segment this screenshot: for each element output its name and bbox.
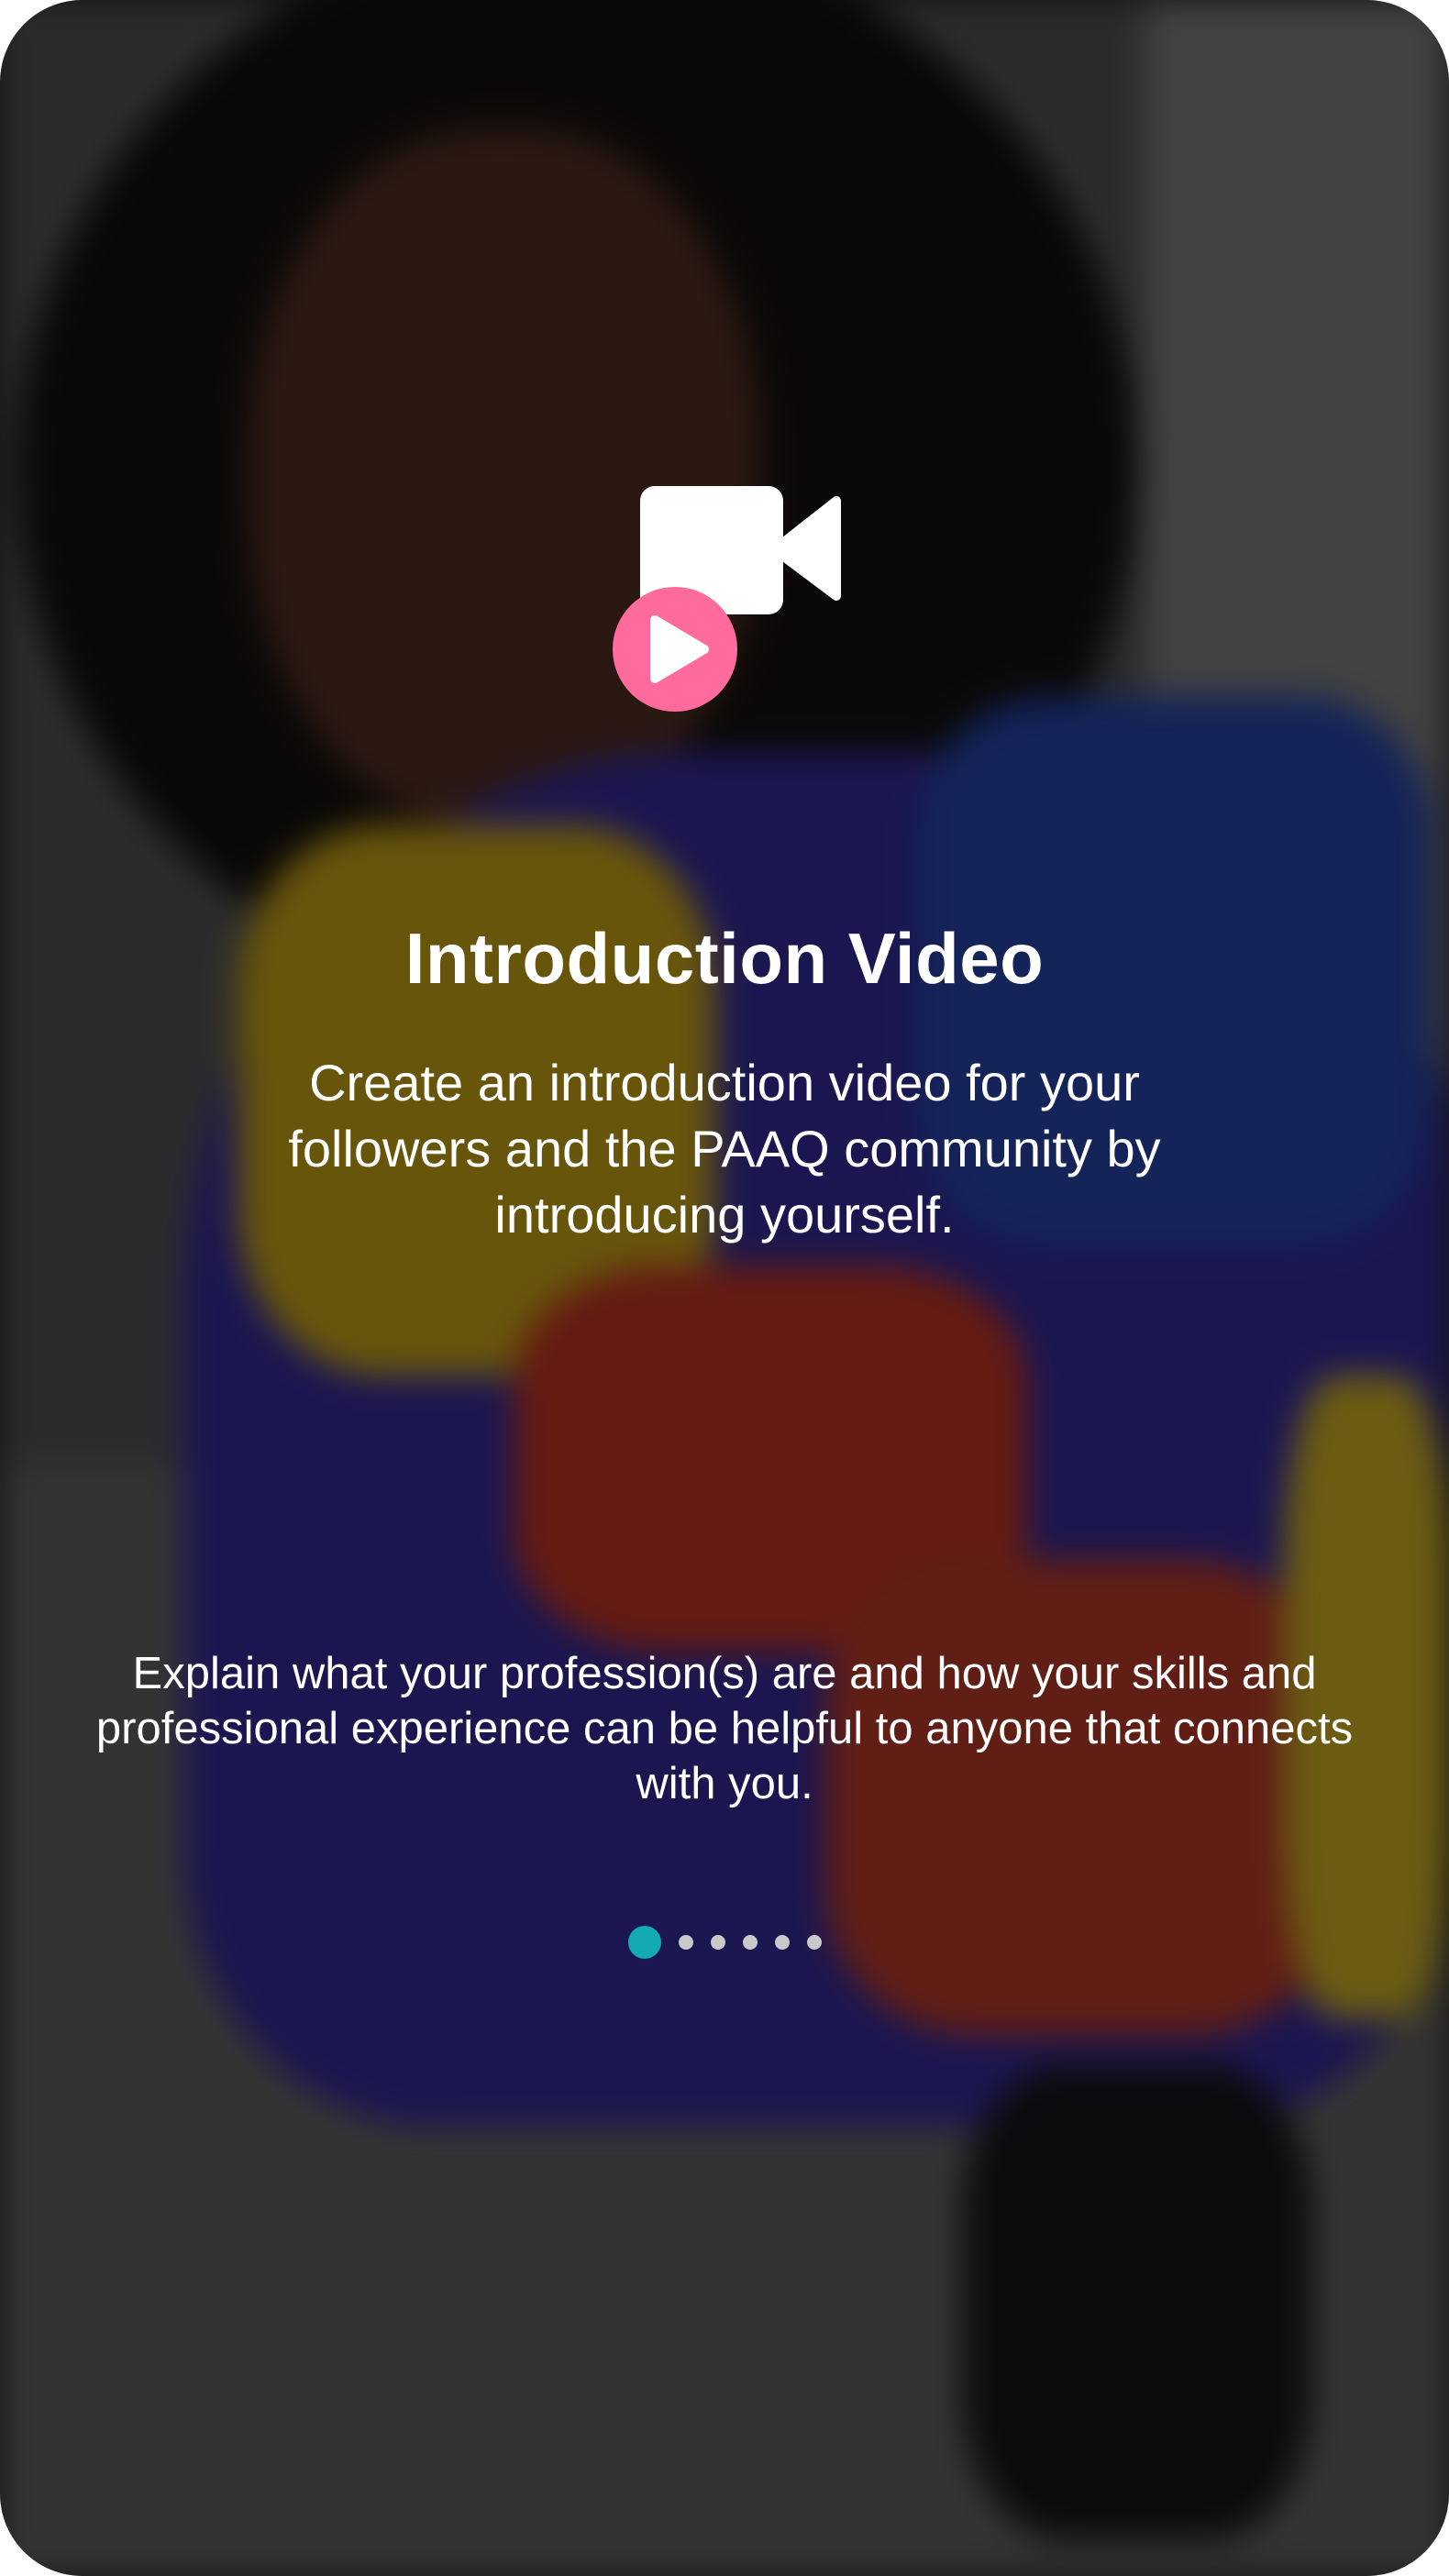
page-description: Explain what your profession(s) are and … <box>95 1649 1354 1808</box>
page-title: Introduction Video <box>404 918 1045 999</box>
page-dot-4[interactable] <box>742 1935 758 1950</box>
page-subtitle: Create an introduction video for your fo… <box>288 1054 1161 1244</box>
page-dot-1[interactable] <box>627 1926 661 1959</box>
page-indicator[interactable] <box>0 1926 1449 1959</box>
page-dot-6[interactable] <box>806 1935 822 1950</box>
page-dot-5[interactable] <box>774 1935 790 1950</box>
page-dot-2[interactable] <box>678 1935 693 1950</box>
onboarding-screen: Introduction Video Create an introductio… <box>0 0 1449 2576</box>
video-camera-play-icon <box>613 486 841 712</box>
onboarding-content: Introduction Video Create an introductio… <box>0 0 1449 2576</box>
page-dot-3[interactable] <box>710 1935 725 1950</box>
